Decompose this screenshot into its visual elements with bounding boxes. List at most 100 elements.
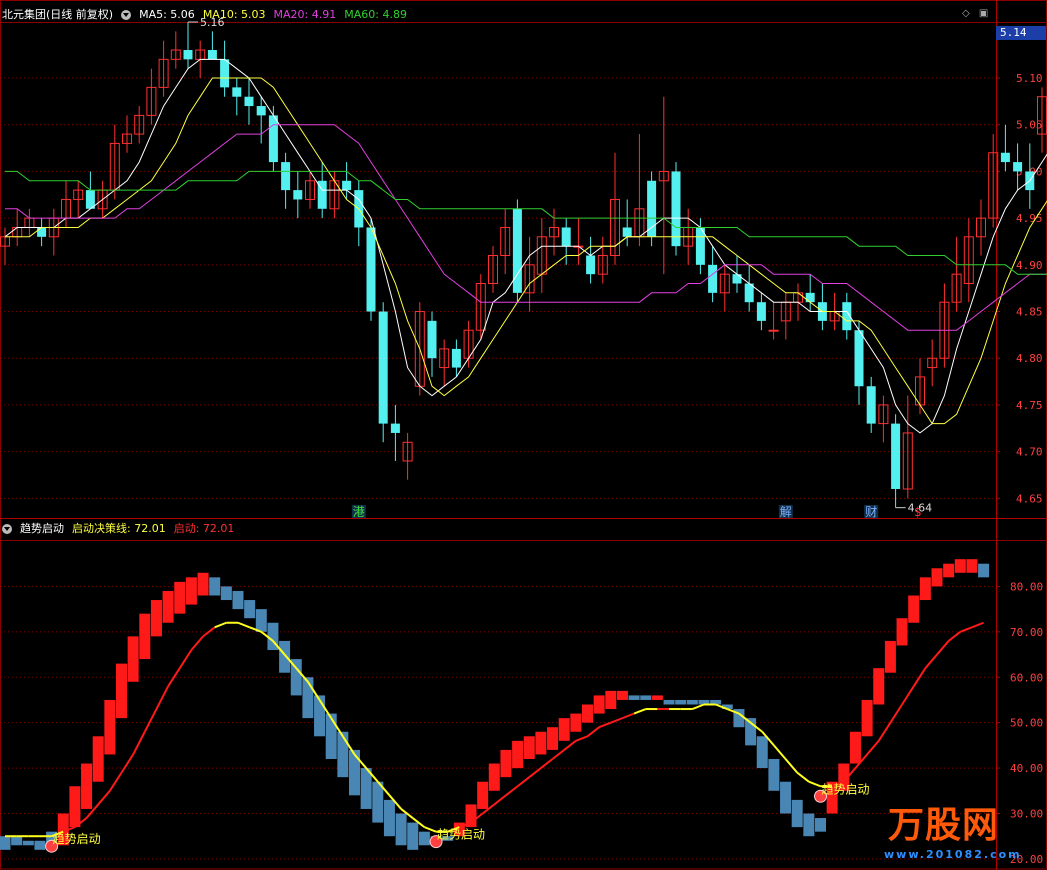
trend-bar bbox=[919, 577, 931, 601]
chart-canvas: 5.105.055.004.954.904.854.804.754.704.65… bbox=[0, 0, 1047, 870]
dropdown-icon[interactable] bbox=[2, 524, 12, 534]
candle-body-down bbox=[378, 311, 388, 424]
decision-line-segment bbox=[959, 626, 973, 633]
candle-body-down bbox=[37, 227, 47, 237]
indicator-tick-label: 50.00 bbox=[1010, 717, 1043, 730]
trend-bar bbox=[139, 613, 151, 660]
decision-line-segment bbox=[971, 621, 984, 629]
price-tick-label: 4.90 bbox=[1016, 259, 1043, 272]
stock-title: 北元集团(日线 前复权) bbox=[2, 8, 114, 21]
candle-body-down bbox=[366, 227, 376, 312]
decision-line-segment bbox=[610, 717, 623, 724]
trend-bar bbox=[92, 736, 104, 782]
decision-line-segment bbox=[505, 785, 519, 797]
event-marker-label: $ bbox=[914, 505, 922, 519]
candle-body-down bbox=[232, 87, 242, 97]
trend-bar bbox=[116, 663, 127, 719]
trend-bar bbox=[628, 695, 640, 700]
price-tick-label: 4.70 bbox=[1016, 446, 1043, 459]
trend-bar bbox=[244, 600, 256, 619]
trend-bar bbox=[512, 740, 524, 769]
trend-bar bbox=[582, 704, 593, 723]
candle-body-down bbox=[244, 96, 254, 107]
decision-line-segment bbox=[516, 776, 530, 788]
trend-bar bbox=[849, 731, 861, 764]
candle-body-down bbox=[342, 180, 352, 191]
stock-chart-window: 5.105.055.004.954.904.854.804.754.704.65… bbox=[0, 0, 1047, 870]
candle-body-down bbox=[427, 320, 437, 359]
decision-line-segment bbox=[120, 753, 134, 774]
price-tick-label: 4.80 bbox=[1016, 352, 1043, 365]
trend-bar bbox=[966, 559, 978, 573]
candle-body-down bbox=[1013, 162, 1023, 172]
decision-line-segment bbox=[924, 653, 938, 669]
candle-body-down bbox=[756, 302, 766, 321]
candle-body-down bbox=[451, 348, 461, 368]
current-price-tag: 5.14 bbox=[996, 26, 1046, 40]
trend-bar bbox=[22, 840, 34, 846]
signal-label: 趋势启动 bbox=[822, 782, 870, 796]
decision-line-segment bbox=[773, 744, 787, 760]
candle-body-down bbox=[732, 274, 742, 284]
trend-bar bbox=[279, 640, 291, 673]
trend-bar bbox=[407, 822, 419, 850]
trend-bar bbox=[34, 840, 46, 850]
event-marker-label: 港 bbox=[353, 505, 365, 519]
trend-bar bbox=[127, 636, 139, 682]
trend-bar bbox=[954, 559, 966, 573]
trend-bar bbox=[395, 813, 407, 846]
indicator-tick-label: 80.00 bbox=[1010, 580, 1043, 593]
decision-line-segment bbox=[551, 749, 565, 760]
candle-body-down bbox=[390, 423, 400, 433]
maximize-icon[interactable]: ▣ bbox=[979, 8, 988, 19]
outer-frame bbox=[0, 0, 1047, 870]
watermark-url: www.201082.com bbox=[884, 848, 1022, 861]
trend-bar bbox=[908, 595, 920, 623]
decision-line-segment bbox=[424, 826, 437, 833]
candle-body-down bbox=[647, 180, 657, 237]
decision-line-segment bbox=[866, 740, 880, 756]
trend-bar bbox=[255, 609, 267, 632]
trend-bar bbox=[756, 736, 768, 769]
indicator-tick-label: 70.00 bbox=[1010, 626, 1043, 639]
trend-bar bbox=[360, 768, 372, 809]
trend-bar bbox=[209, 577, 221, 596]
ma5-label: MA5: 5.06 bbox=[139, 8, 195, 21]
decision-line-segment bbox=[132, 731, 146, 755]
price-tick-label: 5.05 bbox=[1016, 119, 1043, 132]
trend-bar bbox=[873, 668, 885, 705]
decision-line-segment bbox=[493, 794, 507, 806]
candle-body-down bbox=[891, 423, 901, 489]
candle-body-up bbox=[768, 329, 779, 332]
indicator-tick-label: 60.00 bbox=[1010, 671, 1043, 684]
ma-line-ma60 bbox=[5, 170, 1047, 275]
trend-bar bbox=[768, 759, 780, 791]
trend-bar bbox=[11, 836, 23, 846]
decision-line-segment bbox=[622, 712, 635, 720]
trend-bar bbox=[372, 781, 384, 823]
decision-line-segment bbox=[936, 640, 950, 656]
signal-label: 趋势启动 bbox=[437, 828, 485, 842]
decision-line-segment bbox=[167, 667, 181, 687]
decision-line-segment bbox=[178, 649, 193, 669]
trend-bar bbox=[477, 781, 489, 809]
trend-bar bbox=[325, 713, 337, 759]
ma60-label: MA60: 4.89 bbox=[344, 8, 407, 21]
dropdown-icon[interactable] bbox=[121, 10, 132, 20]
trend-bar bbox=[558, 718, 570, 741]
price-tick-label: 4.75 bbox=[1016, 399, 1043, 412]
trend-bar bbox=[104, 699, 116, 755]
candle-body-down bbox=[805, 292, 815, 303]
start-label: 启动: 72.01 bbox=[173, 522, 235, 535]
diamond-icon[interactable]: ◇ bbox=[962, 8, 970, 19]
price-panel-header: 北元集团(日线 前复权) MA5: 5.06 MA10: 5.03 MA20: … bbox=[2, 6, 407, 24]
indicator-panel-header: 趋势启动 启动决策线: 72.01 启动: 72.01 bbox=[2, 520, 234, 538]
trend-bar bbox=[174, 581, 186, 614]
decision-line-segment bbox=[575, 735, 588, 742]
trend-bar bbox=[232, 590, 244, 610]
window-controls: ◇ ▣ bbox=[962, 8, 988, 19]
trend-bar bbox=[675, 699, 687, 705]
trend-bar bbox=[780, 781, 792, 814]
event-marker-label: 解 bbox=[780, 505, 792, 519]
trend-bar bbox=[943, 563, 955, 578]
